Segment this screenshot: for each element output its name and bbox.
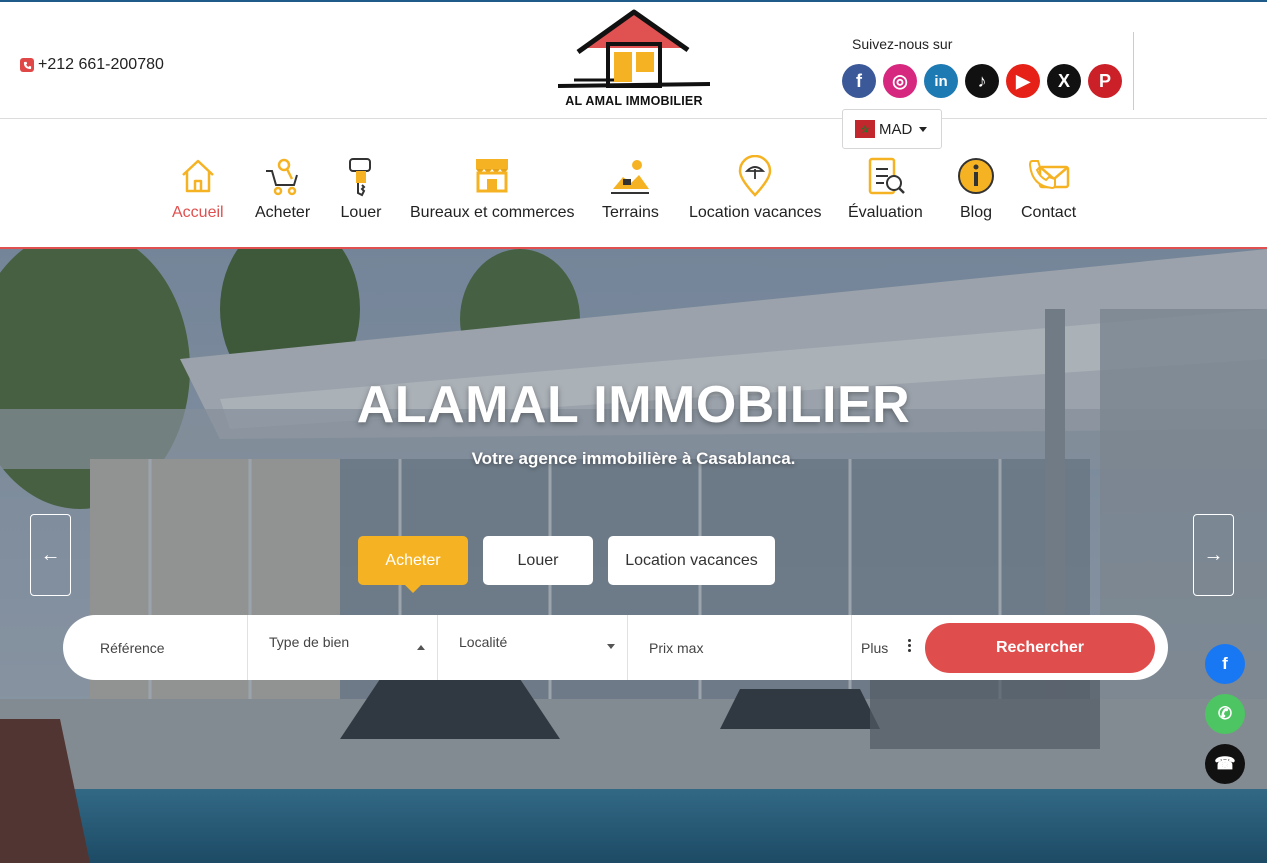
phone-icon — [20, 58, 34, 72]
shop-icon — [476, 159, 509, 193]
instagram-icon[interactable]: ◎ — [883, 64, 917, 98]
hero-banner: ALAMAL IMMOBILIER Votre agence immobiliè… — [0, 249, 1267, 863]
property-type-label: Type de bien — [269, 633, 350, 650]
beach-pin-icon — [739, 155, 772, 197]
phone-float-button[interactable]: ☎ — [1205, 744, 1245, 784]
hero-title: ALAMAL IMMOBILIER — [356, 376, 911, 434]
x-icon[interactable]: X — [1047, 64, 1081, 98]
phone-number: +212 661-200780 — [38, 56, 164, 73]
linkedin-glyph: in — [934, 72, 948, 90]
tab-label: Louer — [517, 551, 559, 569]
x-glyph: X — [1057, 70, 1070, 91]
tab-location-vacances[interactable]: Location vacances — [608, 536, 775, 585]
nav-item-terrains[interactable]: Terrains — [602, 155, 659, 222]
more-filters-button[interactable]: Plus — [861, 615, 921, 680]
youtube-icon[interactable]: ▶ — [1006, 64, 1040, 98]
pinterest-glyph: P — [1098, 70, 1111, 91]
tab-acheter[interactable]: Acheter — [358, 536, 468, 593]
social-links: f ◎ in ♪ ▶ X P — [842, 64, 1122, 98]
chevron-down-icon — [919, 126, 928, 132]
youtube-glyph: ▶ — [1016, 70, 1030, 91]
field-divider — [437, 615, 438, 680]
instagram-glyph: ◎ — [892, 70, 908, 91]
locality-label: Localité — [459, 633, 508, 650]
nav-item-label: Acheter — [255, 204, 311, 221]
nav-item-label: Bureaux et commerces — [410, 204, 575, 221]
logo-house-icon — [557, 9, 711, 88]
property-type-select[interactable]: Type de bien — [269, 609, 439, 674]
locality-select[interactable]: Localité — [459, 609, 629, 674]
logo-text: AL AMAL IMMOBILIER — [565, 94, 703, 108]
nav-item-bureaux[interactable]: Bureaux et commerces — [410, 155, 575, 222]
tab-louer[interactable]: Louer — [483, 536, 593, 585]
tiktok-icon[interactable]: ♪ — [965, 64, 999, 98]
home-icon — [181, 159, 214, 193]
nav-item-label: Évaluation — [848, 204, 923, 221]
header-divider — [1133, 32, 1134, 110]
facebook-glyph: f — [856, 70, 862, 91]
max-price-placeholder: Prix max — [649, 639, 704, 656]
pinterest-icon[interactable]: P — [1088, 64, 1122, 98]
nav-item-label: Terrains — [602, 204, 659, 221]
search-button[interactable]: Rechercher — [925, 623, 1155, 673]
search-tabs: Acheter Louer Location vacances — [0, 536, 1267, 593]
search-bar: Référence Type de bien Localité Prix max… — [63, 615, 1168, 680]
nav-item-label: Blog — [959, 204, 993, 221]
land-icon — [611, 160, 650, 194]
search-button-label: Rechercher — [995, 639, 1085, 656]
nav-item-blog[interactable]: Blog — [955, 155, 997, 222]
nav-item-louer[interactable]: Louer — [340, 155, 382, 222]
hero-subtitle: Votre agence immobilière à Casablanca. — [471, 449, 796, 468]
tiktok-glyph: ♪ — [977, 70, 987, 91]
site-logo[interactable]: AL AMAL IMMOBILIER — [554, 8, 714, 112]
facebook-float-button[interactable]: f — [1205, 644, 1245, 684]
whatsapp-float-button[interactable]: ✆ — [1205, 694, 1245, 734]
nav-item-label: Contact — [1021, 204, 1077, 221]
field-divider — [851, 615, 852, 680]
checklist-icon — [869, 157, 906, 195]
nav-item-contact[interactable]: Contact — [1021, 155, 1076, 222]
nav-item-location-vacances[interactable]: Location vacances — [689, 155, 822, 222]
mail-phone-icon — [1028, 160, 1069, 190]
tab-label: Location vacances — [625, 551, 758, 569]
facebook-icon: f — [1222, 654, 1228, 673]
nav-item-label: Accueil — [172, 204, 224, 221]
nav-item-label: Location vacances — [689, 204, 822, 221]
phone-icon: ☎ — [1214, 754, 1236, 773]
nav-item-accueil[interactable]: Accueil — [172, 155, 224, 222]
reference-placeholder: Référence — [100, 639, 165, 656]
nav-item-acheter[interactable]: Acheter — [255, 155, 310, 222]
field-divider — [627, 615, 628, 680]
key-icon — [349, 158, 371, 197]
currency-label: MAD — [879, 120, 913, 138]
nav-item-evaluation[interactable]: Évaluation — [848, 155, 923, 222]
main-nav: Accueil Acheter Louer Bureaux et commerc… — [0, 119, 1267, 249]
top-bar: +212 661-200780 AL AMAL IMMOBILIER Suive… — [0, 0, 1267, 119]
caret-down-icon — [607, 644, 615, 649]
tab-label: Acheter — [385, 551, 441, 569]
nav-item-label: Louer — [340, 204, 382, 221]
currency-selector[interactable]: MAD — [842, 109, 942, 149]
morocco-flag-icon — [855, 120, 875, 138]
follow-label: Suivez-nous sur — [852, 36, 953, 52]
reference-input[interactable]: Référence — [100, 615, 245, 680]
more-vertical-icon — [908, 639, 912, 652]
whatsapp-icon: ✆ — [1217, 704, 1233, 723]
max-price-input[interactable]: Prix max — [649, 615, 849, 680]
header-phone[interactable]: +212 661-200780 — [20, 56, 164, 74]
field-divider — [247, 615, 248, 680]
cart-key-icon — [265, 158, 298, 196]
facebook-icon[interactable]: f — [842, 64, 876, 98]
caret-up-icon — [417, 645, 425, 650]
info-icon — [958, 158, 994, 194]
more-filters-label: Plus — [861, 639, 889, 656]
linkedin-icon[interactable]: in — [924, 64, 958, 98]
